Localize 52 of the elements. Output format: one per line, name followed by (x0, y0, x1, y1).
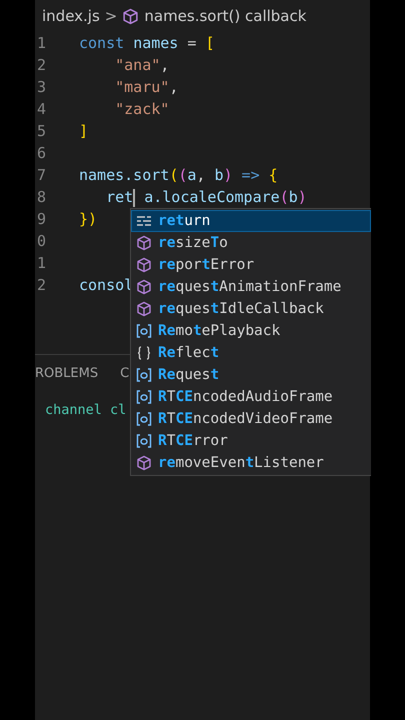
code-line: names.sort((a, b) => { (79, 165, 278, 186)
variable-icon (136, 433, 152, 449)
cube-icon (136, 235, 152, 251)
suggestion-item[interactable]: resizeTo (131, 232, 371, 254)
code-line: ret a.localeCompare(b) (105, 187, 307, 208)
suggestion-item[interactable]: RTCEncodedAudioFrame (131, 386, 371, 408)
variable-icon (136, 367, 152, 383)
line-number: 8 (36, 187, 48, 208)
variable-icon (136, 323, 152, 339)
line-number: 7 (36, 165, 48, 186)
suggestion-item[interactable]: Reflect (131, 342, 371, 364)
suggestion-item[interactable]: removeEventListener (131, 452, 371, 474)
braces-icon (136, 345, 152, 361)
code-line: "ana", (114, 55, 170, 76)
code-line: }) (79, 209, 98, 230)
variable-icon (136, 411, 152, 427)
cube-icon (136, 279, 152, 295)
panel-tab[interactable]: ROBLEMS (35, 366, 98, 390)
code-line: ] (79, 121, 88, 142)
line-number: 1 (36, 33, 48, 54)
code-line: "maru", (114, 77, 178, 98)
line-number: 9 (36, 209, 48, 230)
suggestion-item[interactable]: requestIdleCallback (131, 298, 371, 320)
line-number: 5 (36, 121, 48, 142)
suggestion-item[interactable]: Request (131, 364, 371, 386)
suggestion-item[interactable]: RemotePlayback (131, 320, 371, 342)
line-number: 2 (36, 275, 48, 296)
keyword-icon (136, 213, 152, 229)
cube-icon (122, 8, 140, 24)
cube-icon (136, 301, 152, 317)
cube-icon (136, 257, 152, 273)
file-name[interactable]: index.js (42, 7, 100, 25)
cube-icon (136, 455, 152, 471)
suggestion-item[interactable]: return (131, 210, 371, 232)
variable-icon (136, 389, 152, 405)
line-number: 2 (36, 55, 48, 76)
line-number: 0 (36, 231, 48, 252)
code-line: const names = [ (79, 33, 214, 54)
line-number: 3 (36, 77, 48, 98)
symbol-name[interactable]: names.sort() callback (144, 7, 306, 25)
breadcrumb-separator: > (104, 7, 118, 25)
line-number: 4 (36, 99, 48, 120)
terminal-output: channel cl (44, 402, 126, 418)
suggestion-item[interactable]: RTCE rror (131, 430, 371, 452)
panel-tab[interactable]: C (120, 366, 130, 390)
suggestion-item[interactable]: reportError (131, 254, 371, 276)
line-number: 6 (36, 143, 48, 164)
line-number: 1 (36, 253, 48, 274)
code-line: consol (79, 275, 134, 296)
suggestion-item[interactable]: requestAnimationFrame (131, 276, 371, 298)
suggestion-item[interactable]: RTCEncodedVideoFrame (131, 408, 371, 430)
code-line: "zack" (114, 99, 170, 120)
